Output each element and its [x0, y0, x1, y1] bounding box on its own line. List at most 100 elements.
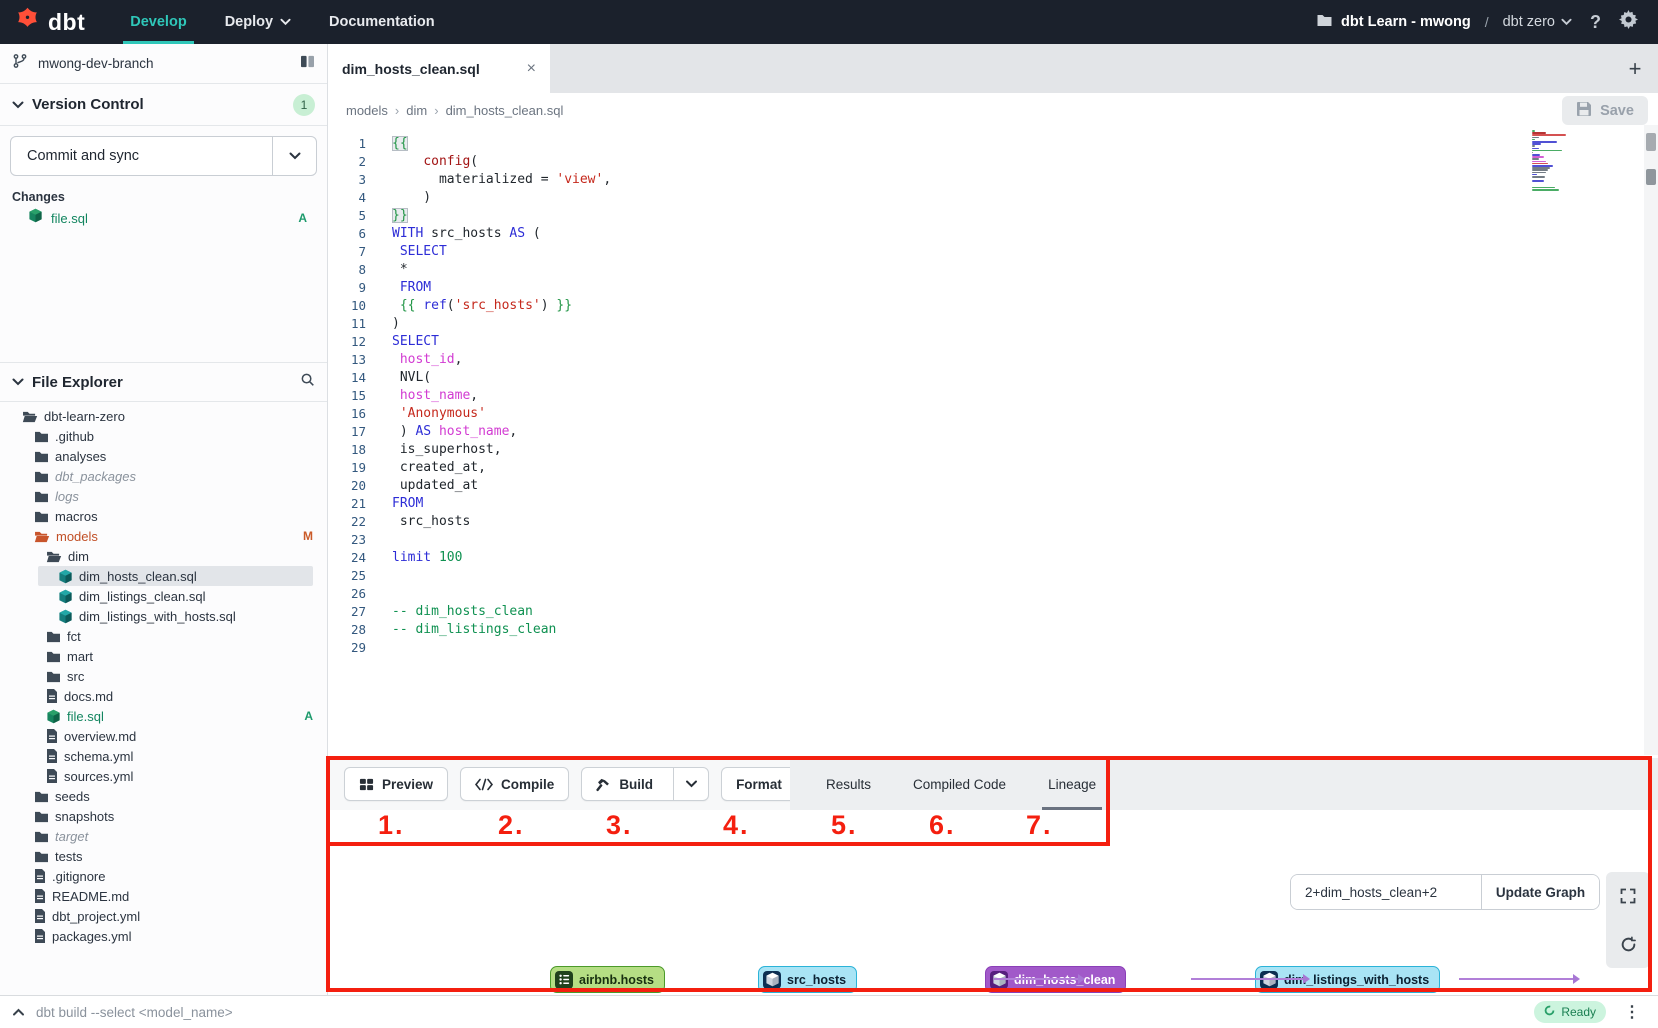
nav-item-develop[interactable]: Develop	[111, 0, 205, 44]
search-icon[interactable]	[300, 372, 315, 392]
file-tree-item[interactable]: packages.yml	[0, 926, 327, 946]
code-line[interactable]: 1{{	[328, 134, 1658, 152]
code-line[interactable]: 5}}	[328, 206, 1658, 224]
code-line[interactable]: 24limit 100	[328, 548, 1658, 566]
file-tree-item[interactable]: tests	[0, 846, 327, 866]
code-line[interactable]: 9 FROM	[328, 278, 1658, 296]
code-line[interactable]: 28-- dim_listings_clean	[328, 620, 1658, 638]
code-line[interactable]: 11)	[328, 314, 1658, 332]
file-tree-item[interactable]: dbt_packages	[0, 466, 327, 486]
kebab-menu-icon[interactable]: ⋮	[1620, 1002, 1644, 1022]
code-line[interactable]: 10 {{ ref('src_hosts') }}	[328, 296, 1658, 314]
update-graph-button[interactable]: Update Graph	[1481, 875, 1599, 909]
build-options-chevron[interactable]	[673, 768, 698, 800]
code-line[interactable]: 8 *	[328, 260, 1658, 278]
preview-button[interactable]: Preview	[344, 767, 448, 801]
code-line[interactable]: 29	[328, 638, 1658, 656]
code-editor[interactable]: 1{{2 config(3 materialized = 'view',4 )5…	[328, 127, 1658, 759]
code-line[interactable]: 22 src_hosts	[328, 512, 1658, 530]
code-line[interactable]: 21FROM	[328, 494, 1658, 512]
file-tree-item[interactable]: schema.yml	[0, 746, 327, 766]
code-line[interactable]: 14 NVL(	[328, 368, 1658, 386]
compile-button[interactable]: Compile	[460, 767, 569, 801]
project-switcher[interactable]: dbt Learn - mwong	[1316, 13, 1471, 31]
tab-compiled-code[interactable]: Compiled Code	[913, 758, 1006, 810]
file-tree-item[interactable]: dim_listings_clean.sql	[0, 586, 327, 606]
tab-lineage[interactable]: Lineage	[1048, 758, 1096, 810]
lineage-selector-input[interactable]	[1291, 875, 1481, 909]
file-icon	[46, 769, 58, 783]
file-tree-item[interactable]: README.md	[0, 886, 327, 906]
tab-results[interactable]: Results	[826, 758, 871, 810]
code-line[interactable]: 3 materialized = 'view',	[328, 170, 1658, 188]
close-icon[interactable]: ×	[527, 60, 536, 78]
nav-item-deploy[interactable]: Deploy	[206, 0, 310, 44]
environment-switcher[interactable]: dbt zero	[1503, 14, 1572, 30]
version-control-header[interactable]: Version Control 1	[0, 84, 327, 126]
changed-file-row[interactable]: file.sql A	[0, 206, 327, 230]
file-tree-item[interactable]: snapshots	[0, 806, 327, 826]
file-tree-item[interactable]: target	[0, 826, 327, 846]
lineage-node-src_hosts[interactable]: src_hosts	[758, 966, 857, 993]
file-tree-item[interactable]: logs	[0, 486, 327, 506]
file-tree-item[interactable]: dim_listings_with_hosts.sql	[0, 606, 327, 626]
file-tree-item[interactable]: overview.md	[0, 726, 327, 746]
file-tree-item[interactable]: .github	[0, 426, 327, 446]
code-line[interactable]: 2 config(	[328, 152, 1658, 170]
file-tree-item[interactable]: fct	[0, 626, 327, 646]
code-line[interactable]: 19 created_at,	[328, 458, 1658, 476]
code-line[interactable]: 15 host_name,	[328, 386, 1658, 404]
help-icon[interactable]: ?	[1584, 12, 1607, 33]
editor-scrollbar[interactable]	[1644, 125, 1658, 755]
code-text: }}	[380, 208, 408, 223]
dbt-logo[interactable]: dbt	[0, 6, 111, 38]
file-tree-item[interactable]: dbt-learn-zero	[0, 406, 327, 426]
save-button[interactable]: Save	[1562, 96, 1648, 125]
file-tree-item[interactable]: sources.yml	[0, 766, 327, 786]
top-navbar: dbt DevelopDeployDocumentation dbt Learn…	[0, 0, 1658, 44]
commit-button-main[interactable]: Commit and sync	[11, 137, 272, 175]
code-line[interactable]: 20 updated_at	[328, 476, 1658, 494]
scrollbar-thumb[interactable]	[1646, 133, 1656, 151]
nav-item-documentation[interactable]: Documentation	[310, 0, 454, 44]
code-line[interactable]: 12SELECT	[328, 332, 1658, 350]
changes-list: file.sql A	[0, 206, 327, 230]
code-line[interactable]: 27-- dim_hosts_clean	[328, 602, 1658, 620]
code-line[interactable]: 7 SELECT	[328, 242, 1658, 260]
file-tree-item[interactable]: macros	[0, 506, 327, 526]
file-tab[interactable]: dim_hosts_clean.sql ×	[328, 44, 550, 93]
code-line[interactable]: 18 is_superhost,	[328, 440, 1658, 458]
file-tree-item[interactable]: modelsM	[0, 526, 327, 546]
code-line[interactable]: 25	[328, 566, 1658, 584]
file-tree-item[interactable]: src	[0, 666, 327, 686]
file-tree-item[interactable]: file.sqlA	[0, 706, 327, 726]
code-line[interactable]: 4 )	[328, 188, 1658, 206]
lineage-node-airbnb-hosts[interactable]: airbnb.hosts	[550, 966, 665, 993]
code-line[interactable]: 23	[328, 530, 1658, 548]
file-tree-item[interactable]: dbt_project.yml	[0, 906, 327, 926]
format-button[interactable]: Format	[721, 767, 797, 801]
file-tree-item[interactable]: dim	[0, 546, 327, 566]
code-line[interactable]: 6WITH src_hosts AS (	[328, 224, 1658, 242]
code-text: *	[380, 262, 408, 277]
add-tab-button[interactable]: +	[1612, 44, 1658, 93]
code-line[interactable]: 16 'Anonymous'	[328, 404, 1658, 422]
file-tree-item[interactable]: analyses	[0, 446, 327, 466]
reset-view-icon[interactable]	[1614, 930, 1642, 958]
code-line[interactable]: 26	[328, 584, 1658, 602]
build-button[interactable]: Build	[581, 767, 709, 801]
file-explorer-header[interactable]: File Explorer	[0, 362, 327, 402]
split-view-icon[interactable]	[300, 55, 315, 73]
chevron-up-icon[interactable]	[0, 1008, 36, 1016]
gear-icon[interactable]	[1619, 10, 1638, 34]
file-tree-item[interactable]: docs.md	[0, 686, 327, 706]
file-tree-item[interactable]: dim_hosts_clean.sql	[0, 566, 327, 586]
commit-button-chevron[interactable]	[272, 137, 316, 175]
file-tree-item[interactable]: mart	[0, 646, 327, 666]
file-tree-item[interactable]: seeds	[0, 786, 327, 806]
code-line[interactable]: 13 host_id,	[328, 350, 1658, 368]
file-tree-item[interactable]: .gitignore	[0, 866, 327, 886]
code-line[interactable]: 17 ) AS host_name,	[328, 422, 1658, 440]
branch-row[interactable]: mwong-dev-branch	[0, 44, 327, 84]
fullscreen-icon[interactable]	[1614, 882, 1642, 910]
